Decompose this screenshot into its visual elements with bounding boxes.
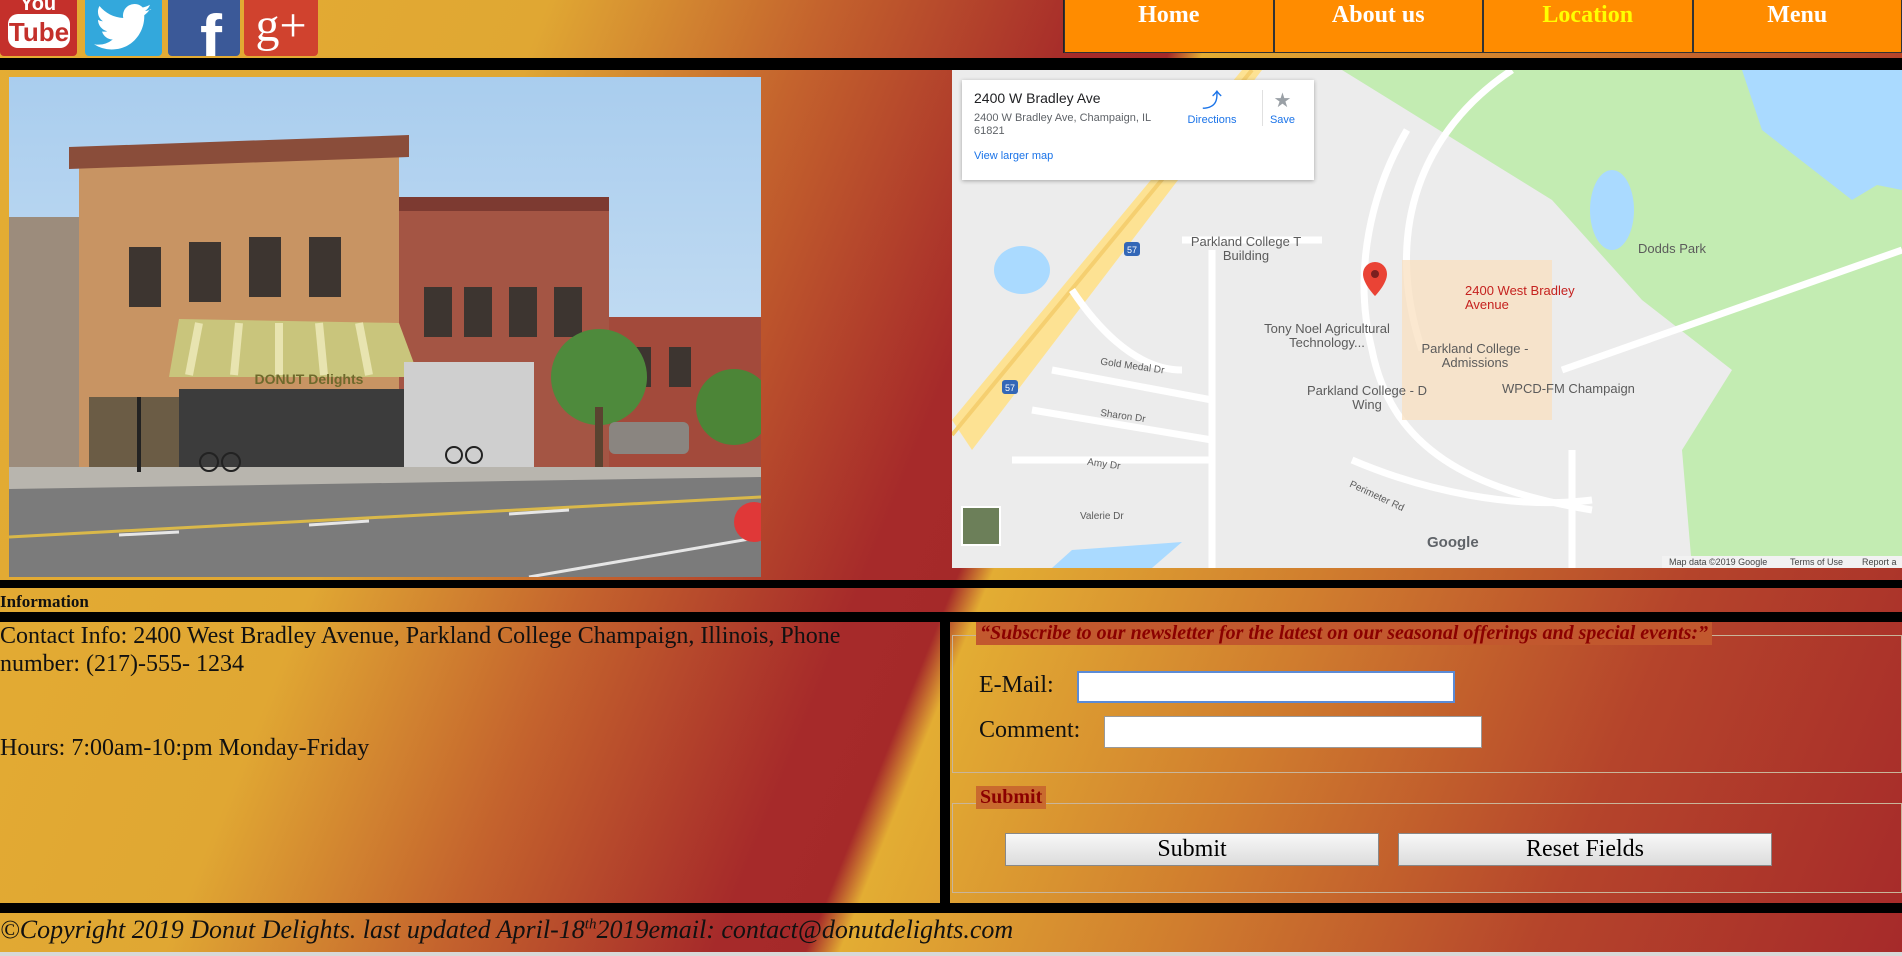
copyright-text: ©Copyright 2019 Donut Delights. last upd… [0,915,585,944]
storefront-illustration: DONUT Delights [9,77,761,577]
map-card-title: 2400 W Bradley Ave [974,90,1101,106]
copyright-year: 2019 [596,915,649,944]
divider-top [0,58,1902,70]
newsletter-fieldset [952,635,1902,773]
submit-legend: Submit [976,786,1047,809]
storefront-photo: DONUT Delights [9,77,761,577]
twitter-bird [93,3,151,50]
map-terms-link[interactable]: Terms of Use [1790,557,1843,567]
info-heading: Information [0,592,89,611]
map-label-tony-noel: Tony Noel Agricultural Technology... [1264,321,1390,350]
nav-menu[interactable]: Menu [1692,0,1902,53]
map-report-link[interactable]: Report a [1862,557,1897,567]
email-label: E-Mail: [979,672,1054,698]
directions-button[interactable]: ⤴ Directions [1182,90,1242,126]
map-card-address: 2400 W Bradley Ave, Champaign, IL 61821 [974,112,1151,137]
save-button[interactable]: ★ Save [1262,90,1302,126]
footer-rule [0,952,1902,956]
nav-home[interactable]: Home [1064,0,1274,53]
map-attribution: Map data ©2019 Google [1669,557,1767,567]
map-label-d-wing: Parkland College - D Wing [1307,383,1427,412]
svg-text:Tube: Tube [9,17,69,47]
map-label-valerie: Valerie Dr [1080,511,1124,522]
youtube-icon[interactable]: You Tube [0,0,77,56]
google-plus-icon[interactable]: g+ [244,0,318,56]
awning-text: DONUT Delights [255,371,364,387]
main-nav: Home About us Location Menu [1063,0,1902,53]
divider-bottom [0,903,1902,913]
svg-text:57: 57 [1127,245,1137,255]
facebook-f: f [200,1,222,56]
footer-email[interactable]: email: contact@donutdelights.com [648,915,1013,944]
reset-fields-button[interactable]: Reset Fields [1398,833,1772,866]
contact-info: Contact Info: 2400 West Bradley Avenue, … [0,623,841,677]
directions-icon: ⤴ [1202,90,1222,112]
google-plus-label: g+ [255,0,307,52]
email-field[interactable] [1077,671,1455,703]
comment-label: Comment: [979,717,1081,743]
star-icon: ★ [1273,90,1292,112]
divider-vertical [940,622,950,907]
map-label-dodds-park: Dodds Park [1638,241,1706,256]
map-label-admissions: Parkland College - Admissions [1421,341,1529,370]
svg-text:57: 57 [1005,383,1015,393]
twitter-icon[interactable] [85,0,162,56]
comment-field[interactable] [1104,716,1482,748]
location-map[interactable]: Google Map data ©2019 Google Terms of Us… [952,70,1902,568]
save-label: Save [1269,114,1296,126]
google-logo: Google [1427,534,1479,551]
youtube-logo: You Tube [6,0,71,52]
map-label-parkland-t: Parkland College T Building [1190,234,1302,263]
map-label-pin: 2400 West Bradley Avenue [1465,283,1575,312]
submit-button[interactable]: Submit [1005,833,1379,866]
divider-info [0,612,1902,622]
hours-info: Hours: 7:00am-10:pm Monday-Friday [0,735,370,761]
info-body: Contact Info: 2400 West Bradley Avenue, … [0,622,900,762]
map-info-card: 2400 W Bradley Ave 2400 W Bradley Ave, C… [962,80,1314,180]
view-larger-map-link[interactable]: View larger map [974,150,1302,162]
facebook-icon[interactable]: f [168,0,240,56]
directions-label: Directions [1187,114,1237,126]
svg-text:You: You [20,0,56,15]
newsletter-legend: “Subscribe to our newsletter for the lat… [976,622,1713,645]
map-label-wpcd: WPCD-FM Champaign [1502,381,1635,396]
nav-about-us[interactable]: About us [1273,0,1483,53]
nav-location[interactable]: Location [1483,0,1693,53]
satellite-toggle[interactable] [961,506,1001,546]
page: You Tube f g+ Home About us Location Men… [0,0,1902,956]
footer: ©Copyright 2019 Donut Delights. last upd… [0,915,1013,945]
divider-middle [0,580,1902,588]
copyright-sup: th [584,916,597,933]
